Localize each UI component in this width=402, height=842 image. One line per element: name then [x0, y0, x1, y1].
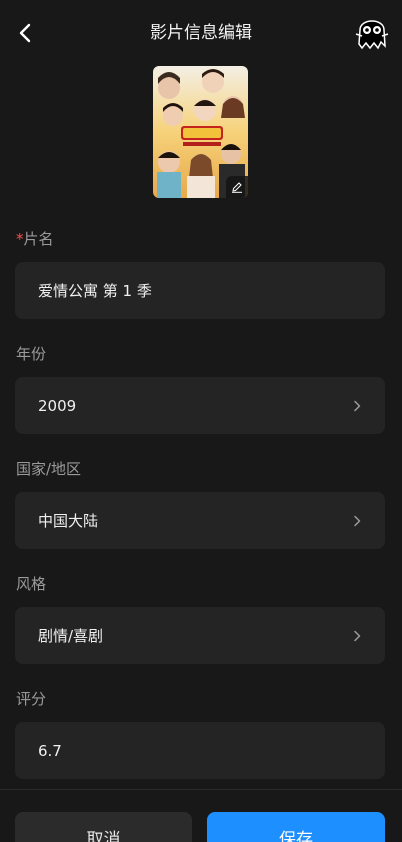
title-label: *片名 — [16, 229, 54, 249]
ghost-mascot-icon[interactable] — [352, 10, 392, 54]
genre-value: 剧情/喜剧 — [38, 627, 104, 645]
required-mark: * — [16, 230, 24, 248]
poster[interactable] — [153, 66, 248, 198]
footer-divider — [0, 789, 402, 790]
rating-value: 6.7 — [38, 741, 62, 760]
chevron-right-icon — [354, 400, 361, 411]
title-value: 爱情公寓 第 1 季 — [38, 282, 152, 300]
chevron-right-icon — [354, 515, 361, 526]
country-selector[interactable]: 中国大陆 — [15, 492, 385, 549]
year-label: 年份 — [16, 345, 47, 363]
country-label: 国家/地区 — [16, 460, 82, 478]
header: 影片信息编辑 — [0, 0, 402, 64]
chevron-right-icon — [354, 630, 361, 641]
rating-label: 评分 — [16, 690, 47, 708]
country-value: 中国大陆 — [38, 512, 99, 530]
page-title: 影片信息编辑 — [150, 23, 252, 43]
edit-poster-button[interactable] — [226, 176, 248, 198]
cancel-button[interactable]: 取消 — [15, 812, 192, 842]
year-selector[interactable]: 2009 — [15, 377, 385, 434]
pencil-icon — [232, 182, 242, 193]
year-value: 2009 — [38, 396, 77, 415]
rating-field[interactable]: 6.7 — [15, 722, 385, 779]
save-button[interactable]: 保存 — [207, 812, 385, 842]
title-label-text: 片名 — [23, 230, 54, 248]
title-field[interactable]: 爱情公寓 第 1 季 — [15, 262, 385, 319]
genre-selector[interactable]: 剧情/喜剧 — [15, 607, 385, 664]
genre-label: 风格 — [16, 575, 47, 593]
